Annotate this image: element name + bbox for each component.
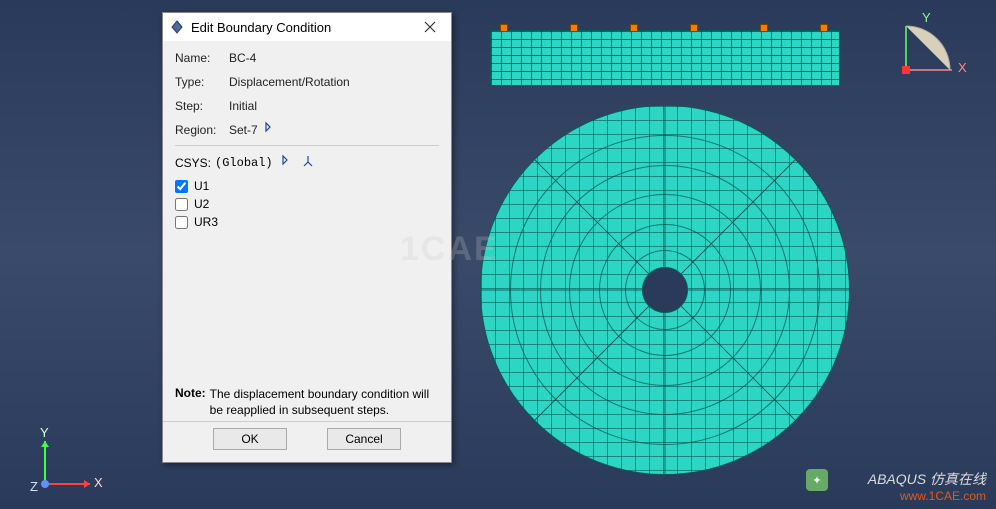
dialog-titlebar[interactable]: Edit Boundary Condition	[163, 13, 451, 41]
pick-csys-icon[interactable]	[281, 154, 295, 171]
name-value: BC-4	[229, 49, 256, 67]
cancel-button[interactable]: Cancel	[327, 428, 401, 450]
note-block: Note: The displacement boundary conditio…	[175, 386, 439, 418]
u2-label: U2	[194, 197, 209, 211]
note-label: Note:	[175, 386, 206, 418]
type-label: Type:	[175, 73, 229, 91]
type-value: Displacement/Rotation	[229, 73, 350, 91]
triad-z-label: Z	[30, 479, 38, 494]
create-csys-icon[interactable]	[301, 154, 315, 171]
csys-value: (Global)	[215, 156, 273, 170]
triad-y-label: Y	[40, 425, 49, 440]
step-value: Initial	[229, 97, 257, 115]
bc-marker	[690, 24, 698, 32]
orientation-triad[interactable]: X Y Z	[30, 429, 110, 499]
u1-label: U1	[194, 179, 209, 193]
wechat-icon: ✦	[806, 469, 828, 491]
dialog-title: Edit Boundary Condition	[191, 20, 413, 35]
region-value: Set-7	[229, 121, 258, 139]
viewcube-y-label: Y	[922, 10, 931, 25]
disc-mesh	[480, 105, 850, 475]
bc-marker	[820, 24, 828, 32]
disc-center-hole	[642, 267, 688, 313]
app-icon	[169, 19, 185, 35]
ur3-checkbox[interactable]	[175, 216, 188, 229]
brand-url: www.1CAE.com	[868, 489, 986, 503]
bc-marker	[630, 24, 638, 32]
bc-marker	[760, 24, 768, 32]
brand-area: ABAQUS 仿真在线 www.1CAE.com	[868, 469, 986, 503]
step-label: Step:	[175, 97, 229, 115]
separator	[175, 145, 439, 146]
edit-region-icon[interactable]	[264, 121, 278, 135]
ok-button[interactable]: OK	[213, 428, 287, 450]
csys-label: CSYS:	[175, 156, 211, 170]
edit-bc-dialog: Edit Boundary Condition Name: BC-4 Type:…	[162, 12, 452, 463]
rect-mesh	[490, 30, 840, 86]
u2-checkbox[interactable]	[175, 198, 188, 211]
viewcube-x-label: X	[958, 60, 967, 75]
bc-marker	[500, 24, 508, 32]
name-label: Name:	[175, 49, 229, 67]
u1-checkbox[interactable]	[175, 180, 188, 193]
triad-x-label: X	[94, 475, 103, 490]
bc-marker	[570, 24, 578, 32]
ur3-label: UR3	[194, 215, 218, 229]
u2-checkbox-row[interactable]: U2	[175, 197, 439, 211]
view-cube[interactable]: Y X	[896, 16, 966, 86]
u1-checkbox-row[interactable]: U1	[175, 179, 439, 193]
ur3-checkbox-row[interactable]: UR3	[175, 215, 439, 229]
note-text: The displacement boundary condition will…	[210, 386, 439, 418]
close-icon[interactable]	[413, 16, 447, 38]
brand-text: ABAQUS 仿真在线	[868, 469, 986, 489]
region-label: Region:	[175, 121, 229, 139]
